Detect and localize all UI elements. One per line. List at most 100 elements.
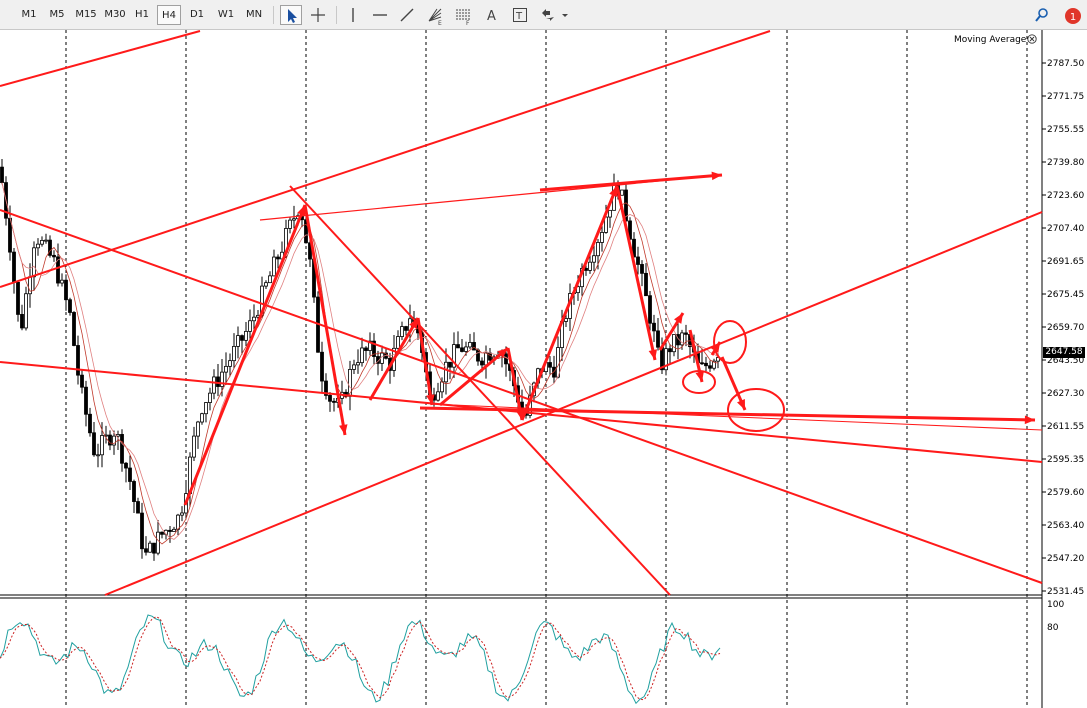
svg-text:F: F <box>466 20 470 25</box>
candle-body <box>120 434 124 464</box>
candle-body <box>356 362 360 366</box>
candle-body <box>16 281 20 315</box>
candle-body <box>276 256 280 260</box>
horizontal-line-icon[interactable] <box>369 5 391 25</box>
candle-body <box>396 336 400 349</box>
timeframe-h1[interactable]: H1 <box>131 5 153 25</box>
candle-body <box>468 342 472 348</box>
candle-body <box>484 352 488 366</box>
candle-body <box>196 421 200 437</box>
candle-body <box>224 365 228 373</box>
candle-body <box>244 330 248 341</box>
search-icon[interactable] <box>1031 5 1053 25</box>
candle-body <box>0 166 4 183</box>
trendline <box>539 173 723 192</box>
price-chart[interactable]: 2787.50 2771.75 2755.55 2739.80 2723.60 2707.… <box>0 30 1087 708</box>
candle-body <box>88 413 92 434</box>
price-tick-label: 2787.50 <box>1047 59 1084 69</box>
price-tick-label: 2771.75 <box>1047 92 1084 102</box>
candle-body <box>152 542 156 554</box>
candle-body <box>240 335 244 341</box>
candle-body <box>172 528 176 532</box>
candle-body <box>436 391 440 401</box>
candle-body <box>704 362 708 367</box>
candle-body <box>124 462 128 469</box>
text-icon[interactable]: A <box>481 5 503 25</box>
vertical-line-icon[interactable] <box>342 5 364 25</box>
notification-badge[interactable]: 1 <box>1060 5 1084 25</box>
price-tick-label: 2627.30 <box>1047 389 1084 399</box>
candle-body <box>52 254 56 258</box>
timeframe-m30[interactable]: M30 <box>102 5 128 25</box>
crosshair-icon[interactable] <box>307 5 329 25</box>
timeframe-m5[interactable]: M5 <box>46 5 68 25</box>
timeframe-d1[interactable]: D1 <box>186 5 208 25</box>
candle-body <box>36 243 40 249</box>
candle-body <box>32 247 36 278</box>
oscillator-tick-label: 100 <box>1047 600 1064 610</box>
candle-body <box>132 481 136 502</box>
candle-body <box>76 345 80 376</box>
candle-body <box>648 295 652 324</box>
candle-body <box>168 529 172 532</box>
timeframe-m1[interactable]: M1 <box>18 5 40 25</box>
candle-body <box>288 219 292 229</box>
candle-body <box>444 361 448 383</box>
close-indicator-icon[interactable] <box>1027 34 1037 44</box>
svg-text:A: A <box>487 9 496 23</box>
candle-body <box>236 335 240 347</box>
trendline <box>104 211 1043 596</box>
candle-body <box>148 542 152 553</box>
candle-body <box>272 256 276 277</box>
candle-body <box>404 326 408 331</box>
ma-slow-line <box>1 182 719 540</box>
candle-body <box>460 347 464 352</box>
candle-body <box>320 351 324 382</box>
trendline-icon[interactable] <box>396 5 418 25</box>
candle-body <box>456 344 460 349</box>
candle-body <box>684 332 688 335</box>
trendline <box>183 204 307 506</box>
timeframe-m15[interactable]: M15 <box>73 5 99 25</box>
price-tick-label: 2723.60 <box>1047 191 1084 201</box>
candle-body <box>672 334 676 353</box>
candle-body <box>208 392 212 403</box>
price-tick-label: 2659.70 <box>1047 323 1084 333</box>
cursor-icon[interactable] <box>280 5 302 25</box>
trendline <box>0 30 201 87</box>
candle-body <box>192 435 196 458</box>
candle-body <box>504 353 508 365</box>
candle-body <box>548 362 552 368</box>
candle-body <box>212 376 216 394</box>
candle-body <box>252 316 256 322</box>
candle-body <box>364 347 368 351</box>
fibonacci-icon[interactable]: F <box>452 5 474 25</box>
candle-body <box>656 330 660 348</box>
candle-body <box>400 326 404 337</box>
candle-body <box>72 312 76 346</box>
chart-canvas[interactable]: 2787.50 2771.75 2755.55 2739.80 2723.60 2707.… <box>0 30 1087 708</box>
candle-body <box>64 279 68 301</box>
candle-body <box>248 320 252 332</box>
candle-body <box>596 242 600 257</box>
price-axis: 2787.50 2771.75 2755.55 2739.80 2723.60 2707.… <box>1042 59 1084 633</box>
timeframe-mn[interactable]: MN <box>241 5 267 25</box>
candle-body <box>700 362 704 365</box>
oscillator-tick-label: 80 <box>1047 623 1059 633</box>
candle-body <box>100 435 104 456</box>
timeframe-w1[interactable]: W1 <box>214 5 238 25</box>
arrows-icon[interactable] <box>537 5 571 25</box>
price-tick-label: 2755.55 <box>1047 125 1084 135</box>
candle-body <box>180 512 184 516</box>
timeframe-h4[interactable]: H4 <box>157 5 181 25</box>
stochastic-main-line <box>0 614 721 705</box>
candle-body <box>156 531 160 554</box>
text-label-icon[interactable]: T <box>509 5 531 25</box>
annotation-layer <box>0 30 1043 596</box>
candle-body <box>472 342 476 351</box>
candle-body <box>476 349 480 362</box>
candle-body <box>24 293 28 329</box>
gann-fan-icon[interactable]: E <box>424 5 446 25</box>
stochastic-oscillator <box>0 614 721 705</box>
candle-body <box>136 501 140 514</box>
